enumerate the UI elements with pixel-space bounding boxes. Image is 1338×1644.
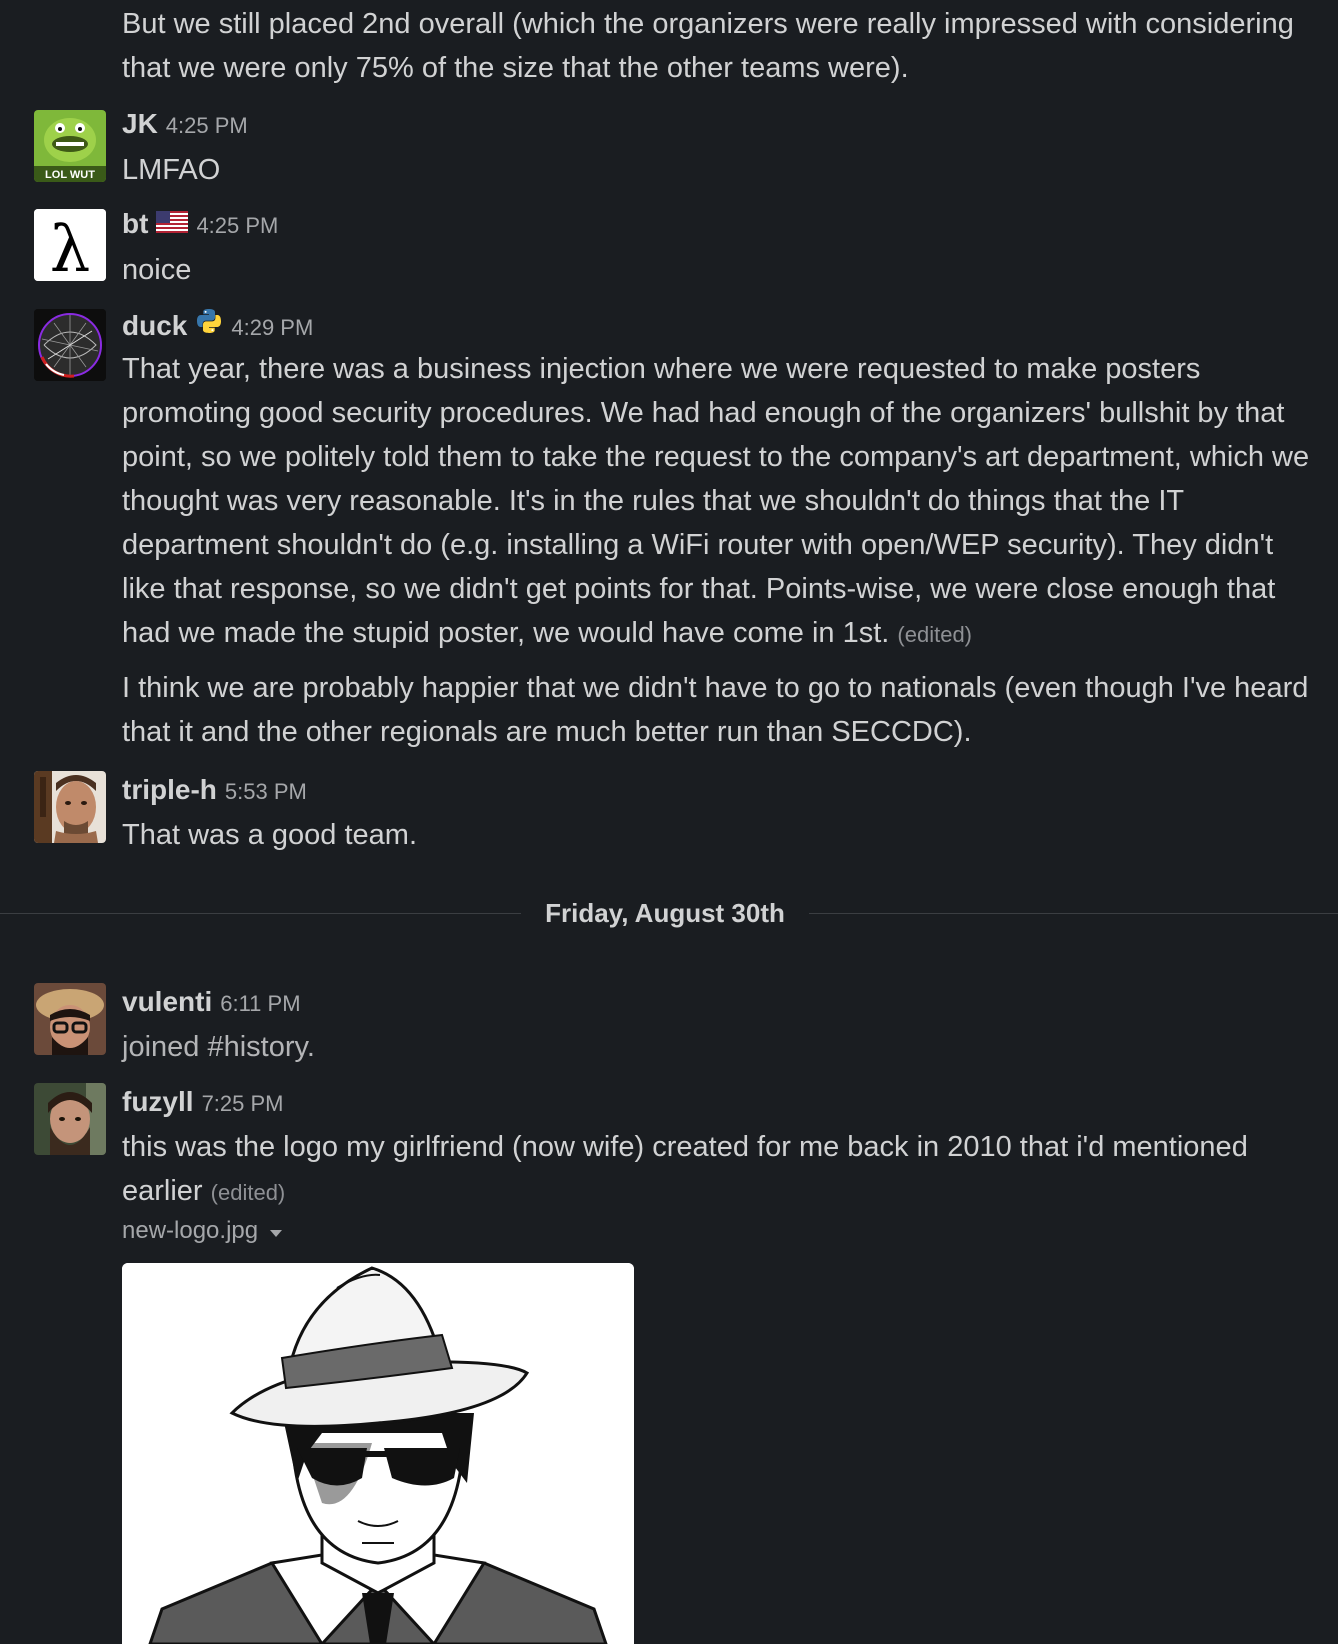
edited-label: (edited)	[210, 1180, 286, 1205]
username[interactable]: fuzyll	[122, 1086, 194, 1118]
message-header-duck: duck 4:29 PM	[122, 307, 313, 342]
message-feed: But we still placed 2nd overall (which t…	[0, 0, 1338, 1644]
timestamp[interactable]: 7:25 PM	[202, 1091, 284, 1117]
person-avatar-image	[34, 983, 106, 1055]
avatar-vulenti[interactable]	[34, 983, 106, 1055]
timestamp[interactable]: 6:11 PM	[220, 991, 300, 1017]
username[interactable]: triple-h	[122, 774, 217, 806]
chevron-down-icon[interactable]	[270, 1229, 283, 1237]
username[interactable]: bt	[122, 208, 148, 240]
svg-text:λ: λ	[50, 213, 91, 281]
message-body-jk: LMFAO	[122, 154, 221, 186]
message-header-fuzyll: fuzyll 7:25 PM	[122, 1086, 284, 1118]
network-avatar-image	[34, 309, 106, 381]
svg-text:LOL WUT: LOL WUT	[45, 169, 95, 181]
message-header-bt: bt 4:25 PM	[122, 208, 278, 240]
message-body-duck-2: I think we are probably happier that we …	[122, 672, 1309, 748]
message-text: this was the logo my girlfriend (now wif…	[122, 1131, 1248, 1207]
lol-wut-avatar-image: LOL WUT	[34, 110, 106, 182]
person-avatar-image	[34, 1083, 106, 1155]
spy-logo-image	[122, 1263, 634, 1644]
edited-label: (edited)	[897, 622, 972, 647]
message-body-duck: That year, there was a business injectio…	[122, 347, 1312, 657]
avatar-duck[interactable]	[34, 309, 106, 381]
attachment-image[interactable]	[122, 1263, 634, 1644]
avatar-bt[interactable]: λ	[34, 209, 106, 281]
attachment-filename[interactable]: new-logo.jpg	[122, 1217, 283, 1245]
us-flag-icon[interactable]	[156, 211, 189, 238]
message-header-jk: JK 4:25 PM	[122, 108, 248, 140]
username[interactable]: JK	[122, 108, 158, 140]
message-body-triple-h: That was a good team.	[122, 819, 417, 851]
message-header-triple-h: triple-h 5:53 PM	[122, 774, 307, 806]
username[interactable]: vulenti	[122, 986, 212, 1018]
message-header-vulenti: vulenti 6:11 PM	[122, 986, 301, 1018]
timestamp[interactable]: 4:25 PM	[196, 213, 278, 239]
message-text: That year, there was a business injectio…	[122, 353, 1310, 649]
message-body-continuation: But we still placed 2nd overall (which t…	[122, 8, 1294, 84]
message-body-vulenti: joined #history.	[122, 1031, 315, 1063]
timestamp[interactable]: 4:29 PM	[231, 315, 313, 341]
avatar-jk[interactable]: LOL WUT	[34, 110, 106, 182]
timestamp[interactable]: 5:53 PM	[225, 779, 307, 805]
message-body-fuzyll: this was the logo my girlfriend (now wif…	[122, 1125, 1312, 1215]
username[interactable]: duck	[122, 310, 187, 342]
lambda-avatar-image: λ	[34, 209, 106, 281]
wrestler-avatar-image	[34, 771, 106, 843]
python-icon[interactable]	[195, 307, 223, 340]
avatar-triple-h[interactable]	[34, 771, 106, 843]
avatar-fuzyll[interactable]	[34, 1083, 106, 1155]
message-body-bt: noice	[122, 254, 192, 286]
timestamp[interactable]: 4:25 PM	[166, 113, 248, 139]
attachment-filename-text[interactable]: new-logo.jpg	[122, 1217, 258, 1245]
date-divider-label[interactable]: Friday, August 30th	[521, 896, 809, 930]
